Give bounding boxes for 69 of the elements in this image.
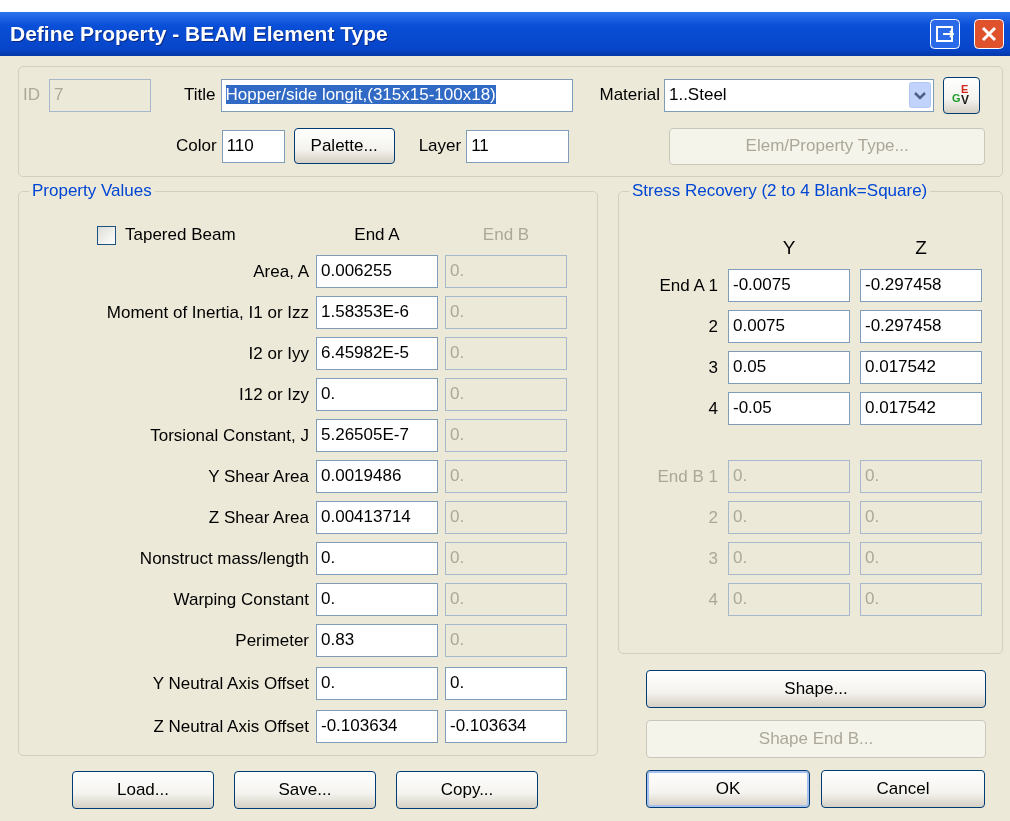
field-label: 4 [707,589,718,610]
input-field[interactable]: 0. [316,583,438,616]
field-label: 2 [707,316,718,337]
checkbox-label: Tapered Beam [125,225,236,245]
field-label: End B 1 [656,466,718,487]
field-label: 4 [707,398,718,419]
input-field[interactable]: 0.0075 [728,310,850,343]
field-label: Nonstruct mass/length [138,548,309,569]
input-field[interactable]: -0.0075 [728,269,850,302]
input-field[interactable]: 6.45982E-5 [316,337,438,370]
input-field[interactable]: -0.103634 [316,710,438,743]
field-label: Z Neutral Axis Offset [152,716,309,737]
field-label: Y Shear Area [207,466,309,487]
field-label: Moment of Inertia, I1 or Izz [105,302,309,323]
field-label: I12 or Izy [238,384,309,405]
button[interactable]: Copy... [396,771,538,809]
input-field[interactable]: 0.00413714 [316,501,438,534]
input-field[interactable]: 0.05 [728,351,850,384]
input-field[interactable]: -0.297458 [860,310,982,343]
field-label: Warping Constant [172,589,309,610]
field-label: Area, A [252,261,309,282]
input-field[interactable]: -0.297458 [860,269,982,302]
input-field[interactable]: 5.26505E-7 [316,419,438,452]
window-button-icon[interactable] [930,19,960,49]
input-field[interactable]: 0. [316,378,438,411]
input-field[interactable]: 0. [316,667,438,700]
group-title: Property Values [29,181,155,201]
field-label: 2 [707,507,718,528]
field-label: Y Neutral Axis Offset [151,673,309,694]
field-label: Perimeter [234,630,309,651]
field-label: I2 or Iyy [247,343,309,364]
button[interactable]: OK [646,770,810,808]
field-label: End A 1 [658,275,718,296]
input-field[interactable]: 1.58353E-6 [316,296,438,329]
input-field[interactable]: 0.0019486 [316,460,438,493]
field-label: ID [23,85,40,105]
field-label: 3 [707,357,718,378]
input-field[interactable]: 110 [221,129,285,163]
dropdown[interactable]: 1..Steel [663,78,934,112]
field-label: Layer [418,136,462,156]
input-field[interactable]: 11 [466,129,570,163]
field-label: Title [184,85,216,105]
field-label: 3 [707,548,718,569]
column-header: End A [354,225,400,245]
input-field[interactable]: 0. [445,667,567,700]
button[interactable]: Shape... [646,670,986,708]
button[interactable]: Load... [72,771,214,809]
field-label: Z Shear Area [207,507,309,528]
button[interactable]: Palette... [293,128,395,164]
input-field[interactable]: 0.017542 [860,392,982,425]
input-field[interactable]: 0. [316,542,438,575]
column-header: Y [782,237,796,260]
button[interactable]: Save... [234,771,376,809]
field-label: Color [176,136,217,156]
input-field[interactable]: 0.83 [316,624,438,657]
input-field[interactable]: 0.017542 [860,351,982,384]
close-icon[interactable] [974,19,1004,49]
input-field[interactable]: Hopper/side longit,(315x15-100x18) [220,78,573,112]
group-title: Stress Recovery (2 to 4 Blank=Square) [629,181,931,201]
field-label: Material [599,85,660,105]
window-title: Define Property - BEAM Element Type [10,22,388,46]
column-header: Z [915,237,927,260]
input-field[interactable]: -0.05 [728,392,850,425]
button[interactable]: Cancel [821,770,985,808]
checkbox[interactable] [97,225,116,245]
field-label: Torsional Constant, J [149,425,309,446]
column-header: End B [482,225,530,245]
input-field[interactable]: 0.006255 [316,255,438,288]
input-field[interactable]: -0.103634 [445,710,567,743]
